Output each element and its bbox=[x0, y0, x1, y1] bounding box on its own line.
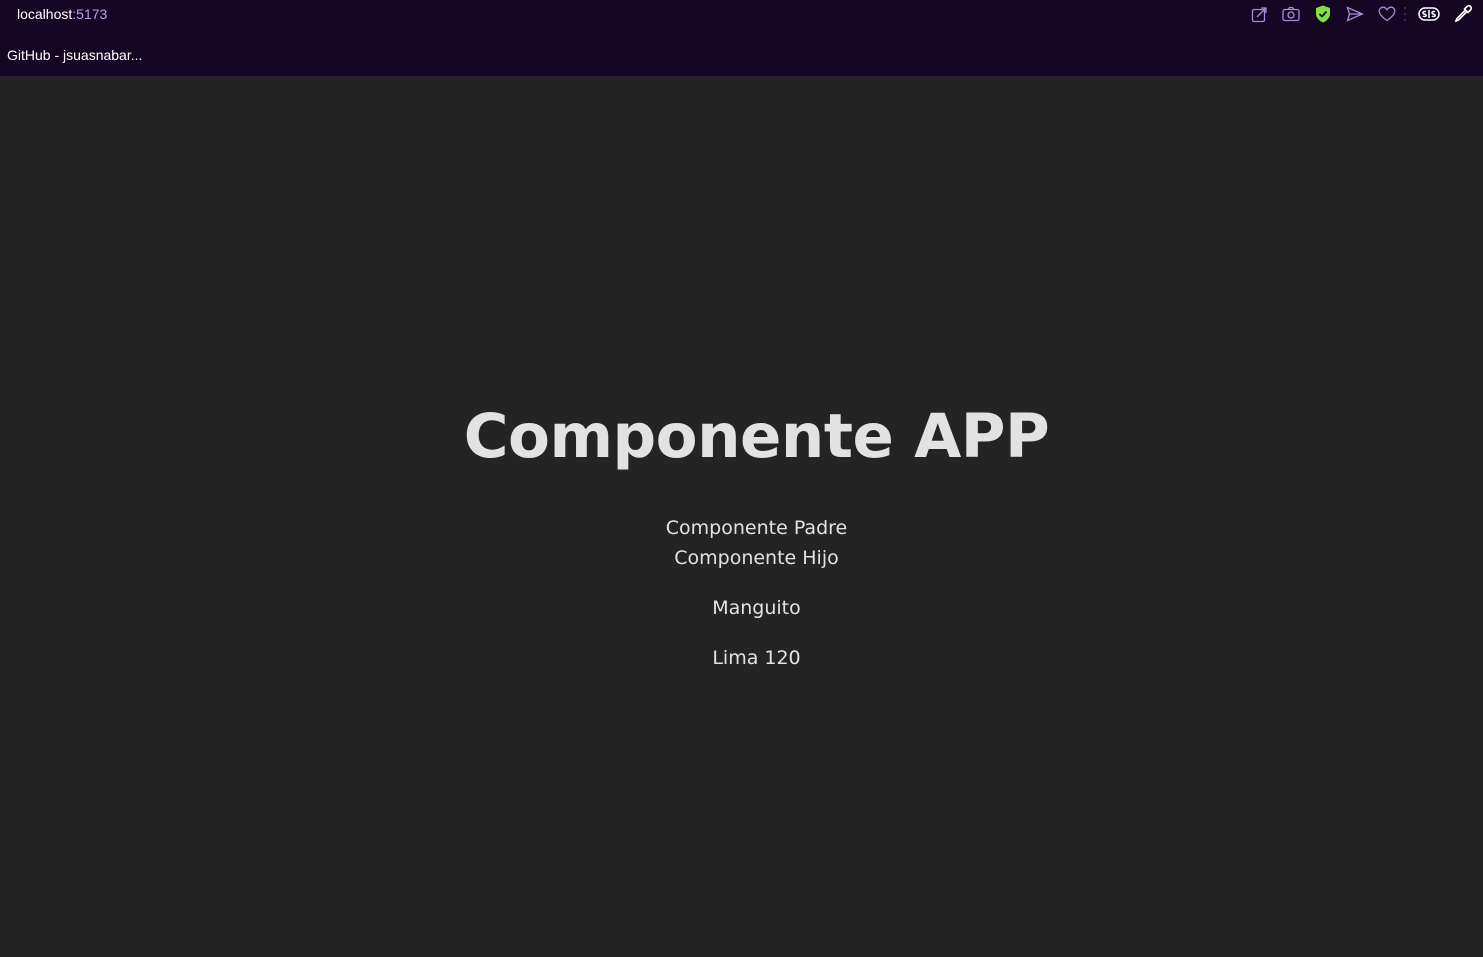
bookmark-github[interactable]: GitHub - jsuasnabar... bbox=[7, 46, 142, 64]
child-component-label: Componente Hijo bbox=[674, 547, 839, 569]
address-text: Lima 120 bbox=[712, 647, 801, 669]
toolbar-icons bbox=[1237, 4, 1473, 24]
camera-icon[interactable] bbox=[1281, 4, 1301, 24]
toolbar-separator bbox=[1403, 7, 1407, 21]
heart-icon[interactable] bbox=[1377, 4, 1397, 24]
address-bar[interactable]: localhost:5173 bbox=[17, 5, 107, 23]
browser-toolbar: localhost:5173 GitHub - jsuasnabar... bbox=[0, 0, 1483, 77]
extension-icon[interactable] bbox=[1417, 4, 1441, 24]
name-text: Manguito bbox=[712, 597, 801, 619]
eyedropper-icon[interactable] bbox=[1453, 4, 1473, 24]
shield-check-icon[interactable] bbox=[1313, 4, 1333, 24]
app-root: Componente APP Componente Padre Componen… bbox=[0, 77, 1483, 957]
address-host: localhost bbox=[17, 6, 73, 22]
send-icon[interactable] bbox=[1345, 4, 1365, 24]
address-port: :5173 bbox=[72, 6, 108, 22]
share-icon[interactable] bbox=[1249, 4, 1269, 24]
page-title: Componente APP bbox=[463, 401, 1050, 472]
parent-component-label: Componente Padre bbox=[665, 517, 848, 539]
